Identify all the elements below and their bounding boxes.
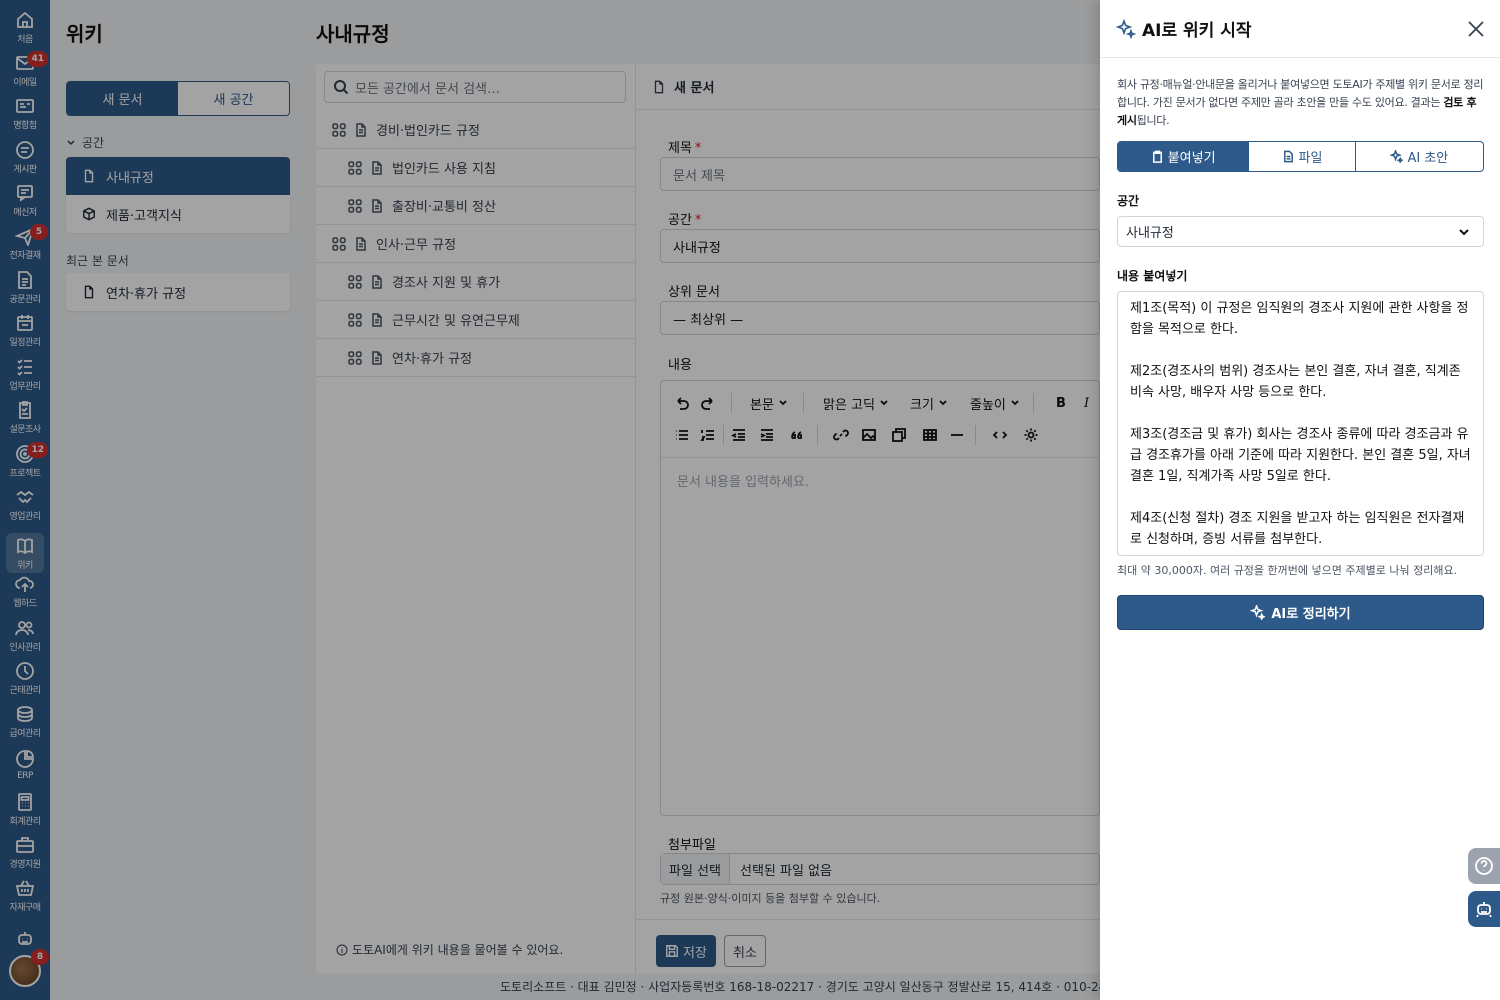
ai-organize-label: AI로 정리하기 xyxy=(1271,607,1351,622)
drawer-space-label: 공간 xyxy=(1117,194,1140,208)
tab-file[interactable]: 파일 xyxy=(1249,142,1356,171)
drawer-header: AI로 위키 시작 xyxy=(1100,0,1500,58)
sparkle-icon xyxy=(1250,605,1266,620)
paste-paragraph: 제3조(경조금 및 휴가) 회사는 경조사 종류에 따라 경조금과 유급 경조휴… xyxy=(1130,427,1471,484)
ai-assistant-float-button[interactable] xyxy=(1468,891,1500,927)
robot-icon xyxy=(1476,902,1492,918)
drawer-space-value: 사내규정 xyxy=(1126,226,1174,241)
close-icon xyxy=(1468,21,1484,37)
modal-backdrop[interactable] xyxy=(0,0,1100,1000)
tab-file-label: 파일 xyxy=(1298,151,1323,166)
tab-paste[interactable]: 붙여넣기 xyxy=(1118,142,1250,171)
paste-paragraph: 제4조(신청 절차) 경조 지원을 받고자 하는 임직원은 전자결재로 신청하며… xyxy=(1130,511,1465,547)
paste-content-label: 내용 붙여넣기 xyxy=(1117,269,1188,283)
help-float-button[interactable] xyxy=(1468,848,1500,884)
paste-content-textarea[interactable]: 제1조(목적) 이 규정은 임직원의 경조사 지원에 관한 사항을 정함을 목적… xyxy=(1117,291,1484,556)
document-icon xyxy=(1283,150,1293,163)
drawer-title: AI로 위키 시작 xyxy=(1142,21,1252,41)
sparkle-icon xyxy=(1116,18,1136,39)
paste-limit-hint: 최대 약 30,000자. 여러 규정을 한꺼번에 넣으면 주제별로 나눠 정리… xyxy=(1117,564,1458,577)
tab-paste-label: 붙여넣기 xyxy=(1167,151,1216,166)
paste-paragraph: 제1조(목적) 이 규정은 임직원의 경조사 지원에 관한 사항을 정함을 목적… xyxy=(1130,301,1469,337)
tab-ai-draft[interactable]: AI 초안 xyxy=(1356,142,1483,171)
drawer-space-select[interactable]: 사내규정 xyxy=(1117,216,1484,247)
ai-wiki-drawer: AI로 위키 시작 회사 규정·매뉴얼·안내문을 올리거나 붙여넣으면 도토AI… xyxy=(1100,0,1500,1000)
sparkle-icon xyxy=(1390,150,1404,163)
help-icon xyxy=(1475,857,1493,875)
paste-paragraph: 제2조(경조사의 범위) 경조사는 본인 결혼, 자녀 결혼, 직계존비속 사망… xyxy=(1130,364,1461,400)
chevron-down-icon xyxy=(1459,228,1469,235)
clipboard-icon xyxy=(1152,150,1162,163)
input-mode-tabs: 붙여넣기 파일 AI 초안 xyxy=(1117,141,1484,172)
close-button[interactable] xyxy=(1466,19,1486,39)
tab-ai-draft-label: AI 초안 xyxy=(1407,151,1449,166)
ai-organize-button[interactable]: AI로 정리하기 xyxy=(1117,595,1484,630)
drawer-description: 회사 규정·매뉴얼·안내문을 올리거나 붙여넣으면 도토AI가 주제별 위키 문… xyxy=(1117,78,1484,127)
